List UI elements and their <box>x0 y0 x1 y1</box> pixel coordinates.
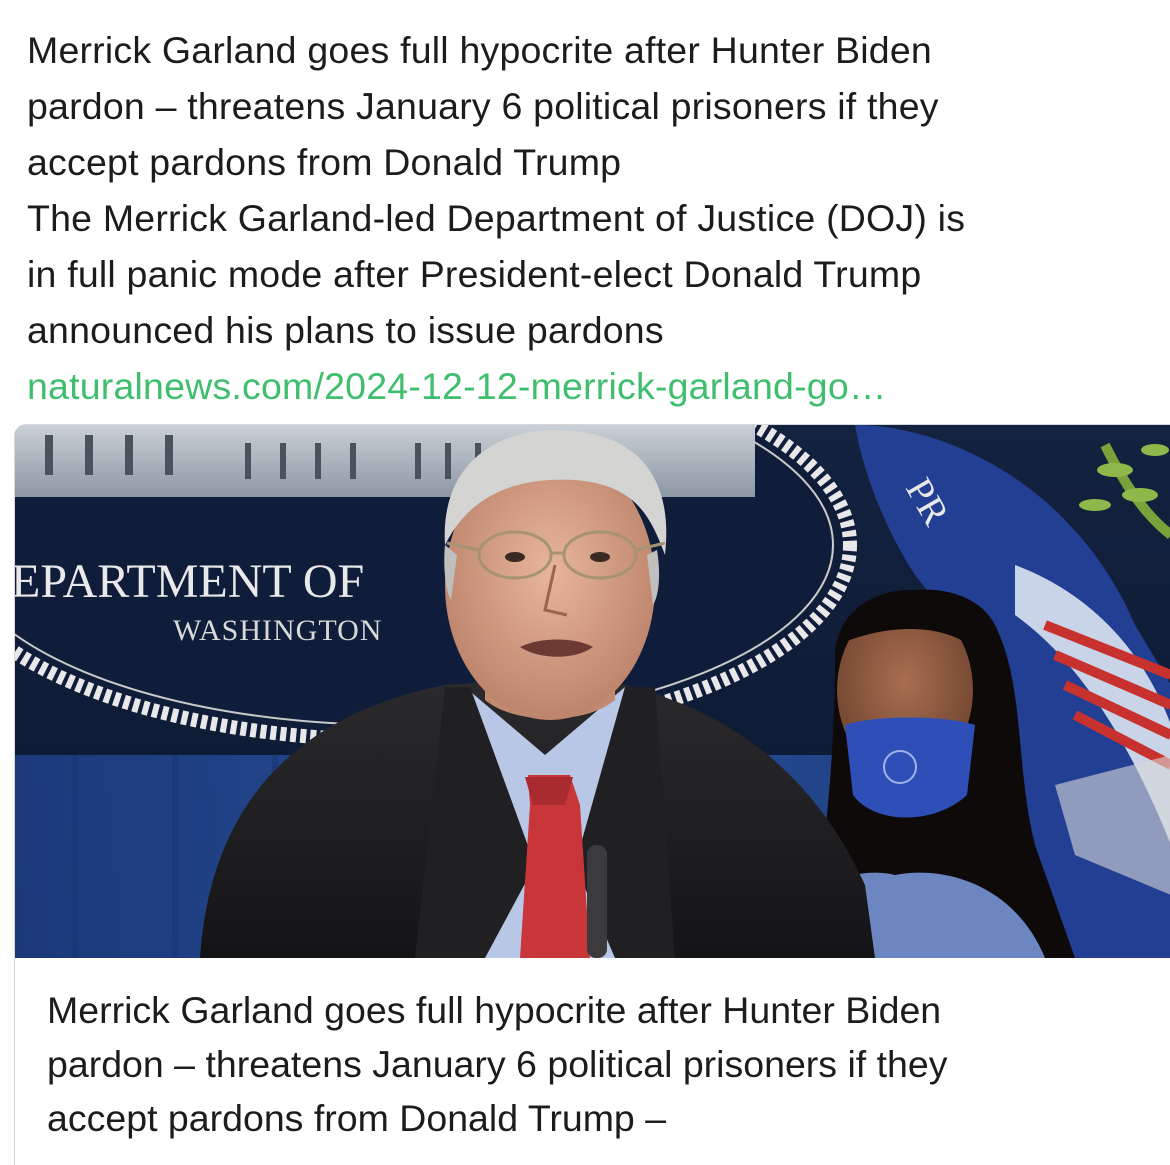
seal-text: EPARTMENT OF <box>15 555 364 608</box>
post-text-line: pardon – threatens January 6 political p… <box>27 85 939 127</box>
post-body: Merrick Garland goes full hypocrite afte… <box>27 22 1162 414</box>
post-text-line: announced his plans to issue pardons <box>27 309 664 351</box>
card-title-line: accept pardons from Donald Trump – <box>47 1097 667 1139</box>
card-title-line: Merrick Garland goes full hypocrite afte… <box>47 989 942 1031</box>
seal-subtext: WASHINGTON <box>173 614 382 647</box>
post-text-line: Merrick Garland goes full hypocrite afte… <box>27 29 932 71</box>
article-link[interactable]: naturalnews.com/2024-12-12-merrick-garla… <box>27 358 1162 414</box>
post-text-line: in full panic mode after President-elect… <box>27 253 922 295</box>
card-title[interactable]: Merrick Garland goes full hypocrite afte… <box>47 983 1157 1145</box>
card-title-line: pardon – threatens January 6 political p… <box>47 1043 948 1085</box>
article-preview-image[interactable]: EPARTMENT OF WASHINGTON PR <box>15 425 1170 958</box>
post-text-line: accept pardons from Donald Trump <box>27 141 622 183</box>
post-text-line: The Merrick Garland-led Department of Ju… <box>27 197 966 239</box>
link-preview-card[interactable]: EPARTMENT OF WASHINGTON PR Merrick Garla… <box>14 424 1170 1165</box>
